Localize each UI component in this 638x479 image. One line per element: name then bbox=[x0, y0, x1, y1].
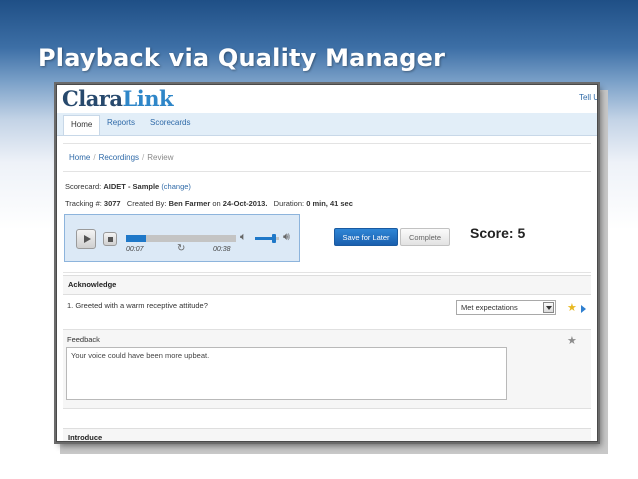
arrow-right-icon[interactable] bbox=[581, 305, 586, 313]
main-nav: Home Reports Scorecards bbox=[57, 113, 597, 136]
tracking-number: 3077 bbox=[103, 199, 121, 208]
save-for-later-button[interactable]: Save for Later bbox=[334, 228, 398, 246]
slide-title: Playback via Quality Manager bbox=[38, 44, 446, 72]
change-scorecard-link[interactable]: (change) bbox=[161, 182, 191, 191]
created-date: 24-Oct-2013. bbox=[222, 199, 268, 208]
claralink-logo[interactable]: ClaraLink bbox=[62, 86, 174, 111]
divider bbox=[63, 143, 591, 144]
volume-handle[interactable] bbox=[272, 234, 277, 243]
divider bbox=[63, 171, 591, 172]
audio-player: 00:07 ↻ 00:38 🔈︎ 🔊︎ bbox=[64, 214, 300, 262]
feedback-textarea[interactable]: Your voice could have been more upbeat. bbox=[66, 347, 507, 400]
breadcrumb-current: Review bbox=[147, 153, 174, 162]
feedback-label: Feedback bbox=[67, 335, 100, 344]
scorecard-line: Scorecard: AIDET - Sample (change) bbox=[65, 182, 191, 191]
tracking-line: Tracking #: 3077 Created By: Ben Farmer … bbox=[65, 199, 353, 208]
playback-progress-bar[interactable] bbox=[126, 235, 236, 242]
total-time: 00:38 bbox=[213, 246, 231, 253]
app-header: ClaraLink Tell Us bbox=[57, 85, 597, 113]
breadcrumb-separator: / bbox=[142, 153, 145, 162]
tell-us-link[interactable]: Tell Us bbox=[579, 93, 597, 102]
elapsed-time: 00:07 bbox=[126, 246, 144, 253]
duration: 0 min, 41 sec bbox=[306, 199, 353, 208]
tab-home[interactable]: Home bbox=[63, 115, 101, 135]
breadcrumb-separator: / bbox=[93, 153, 96, 162]
breadcrumb-home[interactable]: Home bbox=[69, 153, 90, 162]
stop-icon[interactable] bbox=[103, 232, 117, 246]
star-icon[interactable]: ★ bbox=[567, 336, 577, 347]
replay-icon[interactable]: ↻ bbox=[177, 243, 185, 254]
score-display: Score: 5 bbox=[470, 225, 526, 241]
volume-low-icon[interactable]: 🔈︎ bbox=[240, 231, 247, 244]
question-text: 1. Greeted with a warm receptive attitud… bbox=[67, 301, 208, 310]
chevron-down-icon[interactable] bbox=[543, 302, 554, 313]
playback-progress-fill bbox=[126, 235, 146, 242]
answer-select[interactable]: Met expectations bbox=[456, 300, 556, 315]
play-icon[interactable] bbox=[76, 229, 96, 249]
scorecard-name: AIDET - Sample bbox=[103, 182, 160, 191]
tab-reports[interactable]: Reports bbox=[107, 118, 135, 127]
created-by: Ben Farmer bbox=[168, 199, 211, 208]
volume-high-icon[interactable]: 🔊︎ bbox=[283, 231, 290, 244]
breadcrumb: Home / Recordings / Review bbox=[69, 153, 174, 162]
tab-scorecards[interactable]: Scorecards bbox=[150, 118, 190, 127]
answer-select-value: Met expectations bbox=[461, 303, 518, 312]
volume-slider[interactable] bbox=[255, 234, 279, 243]
app-window: ClaraLink Tell Us Home Reports Scorecard… bbox=[56, 84, 598, 442]
divider bbox=[63, 272, 591, 273]
complete-button[interactable]: Complete bbox=[400, 228, 450, 246]
breadcrumb-recordings[interactable]: Recordings bbox=[99, 153, 139, 162]
section-header-introduce: Introduce bbox=[63, 428, 591, 441]
star-icon[interactable]: ★ bbox=[567, 303, 577, 314]
section-header-acknowledge: Acknowledge bbox=[63, 275, 591, 295]
